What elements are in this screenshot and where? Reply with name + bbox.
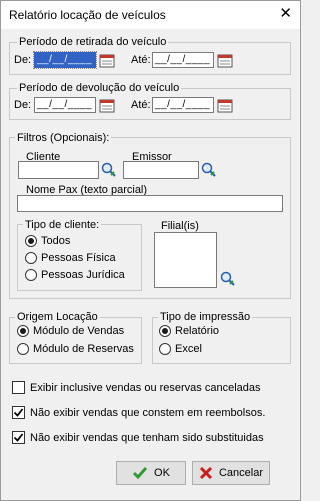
radio-icon	[17, 325, 29, 337]
checkbox-empty-icon	[12, 381, 25, 394]
retirada-ate-label: Até:	[131, 54, 151, 66]
radio-icon	[17, 343, 29, 355]
radio-icon	[159, 343, 171, 355]
radio-label: Pessoas Jurídica	[41, 269, 125, 281]
radio-option[interactable]: Relatório	[159, 325, 219, 337]
radio-label: Excel	[175, 343, 202, 355]
checkbox-option[interactable]: Não exibir vendas que tenham sido substi…	[12, 431, 264, 444]
devolucao-de-label: De:	[14, 99, 32, 111]
cliente-input[interactable]	[18, 161, 99, 179]
window-title: Relatório locação de veículos	[9, 8, 166, 22]
retirada-ate-field[interactable]: __/__/____	[152, 52, 214, 68]
tipo-cliente-legend: Tipo de cliente:	[23, 219, 102, 231]
impressao-legend: Tipo de impressão	[158, 311, 253, 323]
radio-option[interactable]: Pessoas Física	[25, 252, 116, 264]
devolucao-legend: Período de devolução do veículo	[17, 82, 182, 94]
radio-icon	[25, 252, 37, 264]
emissor-input[interactable]	[123, 161, 199, 179]
devolucao-ate-field[interactable]: __/__/____	[152, 97, 214, 113]
radio-option[interactable]: Todos	[25, 235, 70, 247]
radio-label: Módulo de Vendas	[33, 325, 125, 337]
radio-label: Relatório	[175, 325, 220, 337]
retirada-ate-calendar-icon[interactable]	[217, 53, 233, 68]
cancel-label: Cancelar	[218, 467, 264, 479]
retirada-de-calendar-icon[interactable]	[99, 53, 115, 68]
cliente-search-icon[interactable]	[101, 162, 117, 181]
origem-legend: Origem Locação	[15, 311, 100, 323]
emissor-search-icon[interactable]	[201, 162, 217, 181]
radio-label: Módulo de Reservas	[33, 343, 134, 355]
devolucao-ate-label: Até:	[131, 99, 151, 111]
title-bar: Relatório locação de veículos ✕	[1, 1, 300, 29]
radio-option[interactable]: Módulo de Reservas	[17, 343, 134, 355]
filial-label: Filial(is)	[161, 220, 199, 232]
radio-option[interactable]: Excel	[159, 343, 202, 355]
filial-search-icon[interactable]	[220, 271, 236, 290]
retirada-de-field[interactable]: __/__/____	[33, 51, 97, 69]
radio-icon	[25, 235, 37, 247]
close-icon[interactable]: ✕	[279, 5, 292, 23]
retirada-legend: Período de retirada do veículo	[17, 36, 169, 48]
ok-button[interactable]: OK	[116, 461, 186, 485]
devolucao-ate-calendar-icon[interactable]	[217, 98, 233, 113]
dialog-window: Relatório locação de veículos ✕ Período …	[0, 0, 301, 501]
ok-label: OK	[154, 467, 170, 479]
nome-pax-input[interactable]	[17, 195, 283, 212]
checkbox-label: Exibir inclusive vendas ou reservas canc…	[30, 381, 261, 394]
radio-icon	[25, 269, 37, 281]
radio-option[interactable]: Módulo de Vendas	[17, 325, 124, 337]
x-icon	[199, 466, 213, 480]
checkbox-checked-icon	[12, 406, 25, 419]
radio-label: Pessoas Física	[41, 252, 116, 264]
checkbox-label: Não exibir vendas que constem em reembol…	[30, 406, 266, 419]
filtros-legend: Filtros (Opcionais):	[15, 132, 112, 144]
check-icon	[132, 467, 148, 480]
radio-option[interactable]: Pessoas Jurídica	[25, 269, 125, 281]
radio-icon	[159, 325, 171, 337]
devolucao-de-calendar-icon[interactable]	[99, 98, 115, 113]
retirada-de-label: De:	[14, 54, 32, 66]
devolucao-de-field[interactable]: __/__/____	[34, 97, 96, 113]
radio-label: Todos	[41, 235, 71, 247]
checkbox-option[interactable]: Exibir inclusive vendas ou reservas canc…	[12, 381, 261, 394]
checkbox-checked-icon	[12, 431, 25, 444]
checkbox-option[interactable]: Não exibir vendas que constem em reembol…	[12, 406, 265, 419]
filial-list[interactable]	[154, 232, 217, 288]
cancel-button[interactable]: Cancelar	[192, 461, 270, 485]
checkbox-label: Não exibir vendas que tenham sido substi…	[30, 431, 264, 444]
